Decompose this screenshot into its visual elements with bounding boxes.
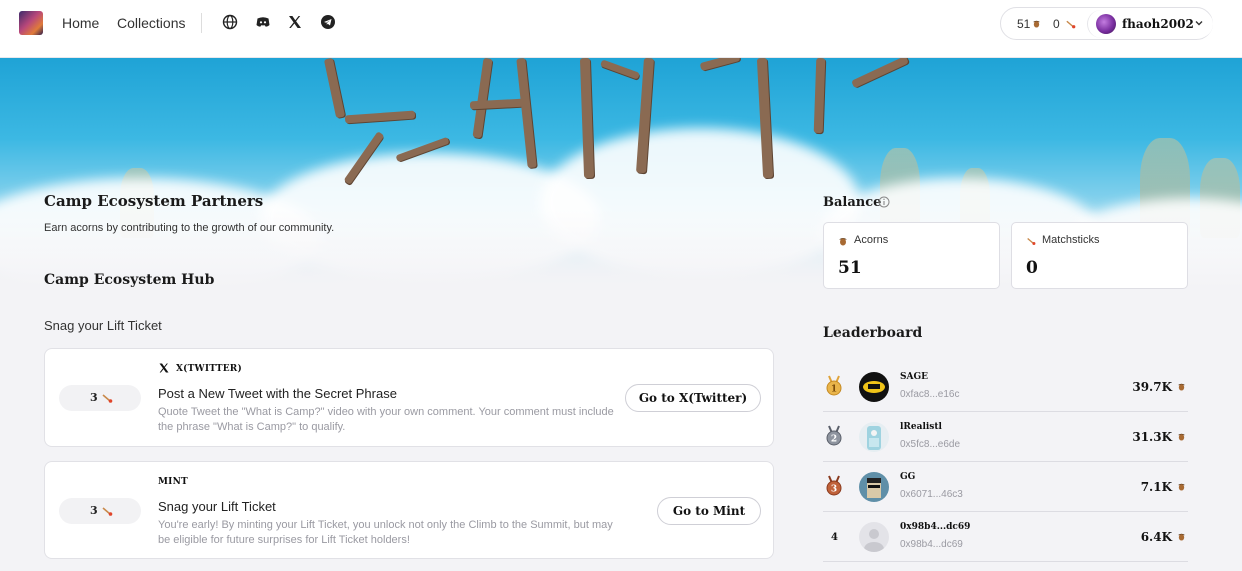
nav-collections-link[interactable]: Collections (117, 15, 185, 31)
svg-text:2: 2 (831, 435, 837, 445)
x-icon[interactable] (287, 14, 303, 30)
user-menu[interactable]: fhaoh2002 (1087, 10, 1213, 38)
silver-medal-icon: 2 (826, 425, 842, 446)
task-card: 3 MINT Snag your Lift Ticket You're earl… (44, 461, 774, 559)
acorn-icon (1177, 483, 1186, 491)
acorn-icon (1177, 533, 1186, 541)
leaderboard-name: 0x98b4...dc69 (900, 522, 971, 532)
leaderboard-rank: 4 (831, 532, 838, 543)
reward-badge: 3 (59, 498, 141, 524)
hub-title: Camp Ecosystem Hub (44, 272, 215, 288)
app-logo[interactable] (19, 11, 43, 35)
matchsticks-label: Matchsticks (1042, 234, 1100, 246)
leaderboard-address: 0x98b4...dc69 (900, 539, 963, 550)
matchstick-icon (1066, 20, 1076, 29)
acorn-count: 51 (1017, 17, 1031, 31)
task-title: Snag your Lift Ticket (158, 499, 276, 514)
matchstick-count: 0 (1053, 17, 1060, 31)
leaderboard-row[interactable]: 3 GG 0x6071...46c3 7.1K (823, 462, 1188, 512)
page-subtitle: Earn acorns by contributing to the growt… (44, 222, 335, 234)
svg-text:1: 1 (831, 385, 837, 395)
task-description: Quote Tweet the "What is Camp?" video wi… (158, 406, 614, 433)
nav-home-link[interactable]: Home (62, 15, 99, 31)
svg-text:3: 3 (831, 485, 837, 495)
leaderboard-name: GG (900, 472, 916, 482)
task-title: Post a New Tweet with the Secret Phrase (158, 386, 397, 401)
acorn-icon (1177, 383, 1186, 391)
leaderboard-avatar (859, 472, 889, 502)
leaderboard-name: lRealistl (900, 422, 942, 432)
leaderboard-title: Leaderboard (823, 325, 923, 341)
acorn-icon (1032, 20, 1041, 28)
leaderboard-name: SAGE (900, 372, 929, 382)
user-avatar (1096, 14, 1116, 34)
go-to-twitter-button[interactable]: Go to X(Twitter) (625, 384, 761, 412)
matchsticks-card: Matchsticks 0 (1011, 222, 1188, 289)
matchstick-icon (102, 507, 113, 516)
acorns-label: Acorns (854, 234, 889, 246)
leaderboard-row[interactable]: 1 SAGE 0xfac8...e16c 39.7K (823, 362, 1188, 412)
leaderboard-score: 7.1K (1140, 480, 1172, 494)
leaderboard-address: 0x6071...46c3 (900, 489, 963, 500)
bronze-medal-icon: 3 (826, 475, 842, 496)
leaderboard-row[interactable]: 2 lRealistl 0x5fc8...e6de 31.3K (823, 412, 1188, 462)
task-platform: X(TWITTER) (176, 364, 242, 374)
telegram-icon[interactable] (320, 14, 336, 30)
gold-medal-icon: 1 (826, 375, 842, 396)
discord-icon[interactable] (255, 14, 271, 30)
x-icon (159, 363, 169, 373)
task-description: You're early! By minting your Lift Ticke… (158, 519, 613, 546)
nav-divider (201, 13, 202, 33)
top-nav: Home Collections 51 0 fhaoh2002 (0, 0, 1242, 58)
username: fhaoh2002 (1122, 17, 1194, 31)
reward-amount: 3 (90, 391, 98, 404)
acorn-icon (1177, 433, 1186, 441)
acorns-value: 51 (838, 258, 862, 278)
task-card: 3 X(TWITTER) Post a New Tweet with the S… (44, 348, 774, 447)
leaderboard-row[interactable]: 4 0x98b4...dc69 0x98b4...dc69 6.4K (823, 512, 1188, 562)
info-icon[interactable] (878, 196, 890, 208)
account-pill[interactable]: 51 0 fhaoh2002 (1000, 7, 1213, 40)
acorn-icon (839, 238, 847, 246)
task-platform: MINT (158, 477, 188, 487)
balance-title: Balance (823, 195, 882, 210)
go-to-mint-button[interactable]: Go to Mint (657, 497, 761, 525)
leaderboard-address: 0x5fc8...e6de (900, 439, 961, 450)
reward-badge: 3 (59, 385, 141, 411)
leaderboard-avatar (859, 422, 889, 452)
leaderboard-score: 6.4K (1140, 530, 1172, 544)
default-avatar-icon (859, 522, 889, 552)
leaderboard-avatar (859, 372, 889, 402)
acorns-card: Acorns 51 (823, 222, 1000, 289)
chevron-down-icon[interactable] (1194, 18, 1204, 28)
section-label: Snag your Lift Ticket (44, 318, 162, 333)
globe-icon[interactable] (222, 14, 238, 30)
page-title: Camp Ecosystem Partners (44, 192, 264, 210)
matchstick-icon (102, 394, 113, 403)
matchsticks-value: 0 (1026, 258, 1038, 278)
leaderboard-score: 31.3K (1132, 430, 1172, 444)
leaderboard-score: 39.7K (1132, 380, 1172, 394)
leaderboard-address: 0xfac8...e16c (900, 389, 960, 400)
reward-amount: 3 (90, 504, 98, 517)
matchstick-icon (1027, 237, 1036, 245)
